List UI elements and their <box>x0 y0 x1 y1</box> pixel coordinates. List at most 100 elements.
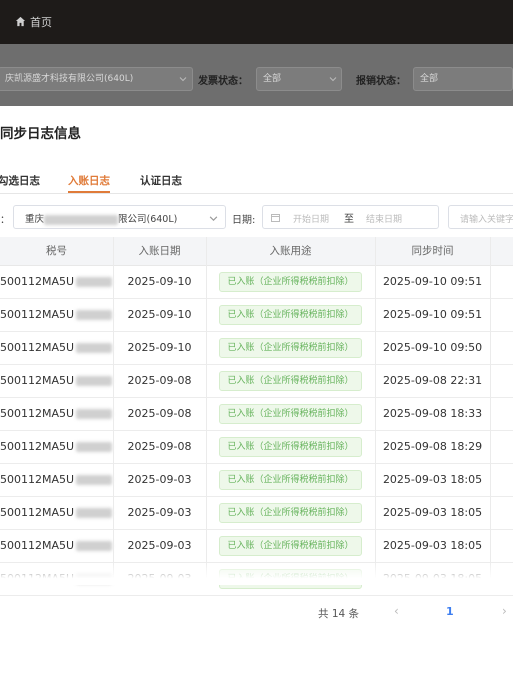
table-row[interactable]: 500112MA5U 2025-09-03 已入账（企业所得税税前扣除） 2025-0… <box>0 496 513 530</box>
table-row[interactable]: 500112MA5U 2025-09-03 已入账（企业所得税税前扣除） 2025-0… <box>0 463 513 497</box>
column-divider <box>375 237 376 585</box>
company-select-value: 庆凯源盛才科技有限公司(640L) <box>5 74 134 84</box>
home-link[interactable]: 首页 <box>30 14 52 30</box>
tax-id-cell: 500112MA5U <box>0 265 113 298</box>
company-filter-select[interactable]: 重庆 限公司(640L) <box>13 205 226 229</box>
keyword-search-input[interactable]: 请输入关键字 <box>448 205 513 229</box>
status-badge: 已入账（企业所得税税前扣除） <box>219 470 362 490</box>
invoice-status-label: 发票状态： <box>198 76 248 87</box>
tab-divider <box>0 193 513 194</box>
entry-purpose-cell: 已入账（企业所得税税前扣除） <box>206 265 375 298</box>
entry-date-cell: 2025-09-10 <box>127 341 192 354</box>
redacted-text <box>76 409 113 419</box>
table-row[interactable]: 500112MA5U 2025-09-08 已入账（企业所得税税前扣除） 2025-0… <box>0 364 513 398</box>
tax-id-value: 500112MA5U <box>0 275 75 288</box>
tax-id-value: 500112MA5U <box>0 308 75 321</box>
total-count: 共 14 条 <box>318 608 360 620</box>
table-row[interactable]: 500112MA5U 2025-09-10 已入账（企业所得税税前扣除） 2025-0… <box>0 298 513 332</box>
home-icon[interactable] <box>15 16 26 27</box>
sync-time-cell: 2025-09-10 09:50 <box>382 341 483 354</box>
table-row[interactable]: 500112MA5U 2025-09-10 已入账（企业所得税税前扣除） 2025-0… <box>0 265 513 299</box>
sync-time-cell: 2025-09-08 18:29 <box>382 440 483 453</box>
entry-purpose-cell: 已入账（企业所得税税前扣除） <box>206 298 375 331</box>
tax-id-value: 500112MA5U <box>0 506 75 519</box>
tax-id-cell: 500112MA5U <box>0 463 113 496</box>
entry-date-cell: 2025-09-08 <box>127 374 192 387</box>
tab-check-log[interactable]: 勾选日志 <box>0 173 40 188</box>
sync-time-cell: 2025-09-10 09:51 <box>382 308 483 321</box>
redacted-text <box>76 376 113 386</box>
page-number-current[interactable]: 1 <box>446 605 454 618</box>
tab-certification-log[interactable]: 认证日志 <box>140 173 182 188</box>
tax-id-value: 500112MA5U <box>0 341 75 354</box>
column-divider <box>490 237 491 585</box>
column-header-sync-time: 同步时间 <box>411 245 454 257</box>
sync-time-cell: 2025-09-03 18:05 <box>382 539 483 552</box>
entry-purpose-cell: 已入账（企业所得税税前扣除） <box>206 331 375 364</box>
status-badge: 已入账（企业所得税税前扣除） <box>219 371 362 391</box>
calendar-icon <box>271 214 280 222</box>
tax-id-value: 500112MA5U <box>0 539 75 552</box>
entry-date-cell: 2025-09-08 <box>127 440 192 453</box>
tab-entry-log[interactable]: 入账日志 <box>68 173 110 188</box>
prev-page-button[interactable]: ‹ <box>394 604 399 618</box>
column-divider <box>206 237 207 585</box>
redacted-text <box>76 310 113 320</box>
redacted-text <box>76 475 113 485</box>
panel-title: 同步日志信息 <box>0 126 81 142</box>
status-badge: 已入账（企业所得税税前扣除） <box>219 272 362 292</box>
tax-id-cell: 500112MA5U <box>0 364 113 397</box>
entry-date-cell: 2025-09-10 <box>127 275 192 288</box>
sync-time-cell: 2025-09-03 18:05 <box>382 506 483 519</box>
tax-id-value: 500112MA5U <box>0 440 75 453</box>
tax-id-cell: 500112MA5U <box>0 496 113 529</box>
entry-purpose-cell: 已入账（企业所得税税前扣除） <box>206 364 375 397</box>
table-header: 税号 入账日期 入账用途 同步时间 <box>0 237 513 266</box>
chevron-down-icon <box>179 77 187 82</box>
company-filter-label: ： <box>0 215 10 226</box>
entry-purpose-cell: 已入账（企业所得税税前扣除） <box>206 397 375 430</box>
table-row[interactable]: 500112MA5U 2025-09-08 已入账（企业所得税税前扣除） 2025-0… <box>0 397 513 431</box>
entry-date-cell: 2025-09-03 <box>127 539 192 552</box>
tax-id-cell: 500112MA5U <box>0 397 113 430</box>
status-badge: 已入账（企业所得税税前扣除） <box>219 536 362 556</box>
redacted-text <box>44 214 119 225</box>
entry-date-cell: 2025-09-10 <box>127 308 192 321</box>
table-row[interactable]: 500112MA5U 2025-09-10 已入账（企业所得税税前扣除） 2025-0… <box>0 331 513 365</box>
company-select[interactable]: 庆凯源盛才科技有限公司(640L) <box>0 67 193 91</box>
tax-id-cell: 500112MA5U <box>0 430 113 463</box>
redacted-text <box>76 442 113 452</box>
entry-date-cell: 2025-09-03 <box>127 506 192 519</box>
start-date-input[interactable]: 开始日期 <box>293 212 329 225</box>
entry-purpose-cell: 已入账（企业所得税税前扣除） <box>206 463 375 496</box>
end-date-input[interactable]: 结束日期 <box>366 212 402 225</box>
tax-id-cell: 500112MA5U <box>0 331 113 364</box>
scroll-fade <box>0 563 513 585</box>
top-bar: 首页 <box>0 0 513 44</box>
entry-purpose-cell: 已入账（企业所得税税前扣除） <box>206 496 375 529</box>
reimbursement-status-select[interactable]: 全部 <box>413 67 513 91</box>
keyword-placeholder: 请输入关键字 <box>460 215 513 225</box>
invoice-status-select[interactable]: 全部 <box>256 67 342 91</box>
status-badge: 已入账（企业所得税税前扣除） <box>219 437 362 457</box>
range-separator: 至 <box>344 214 354 225</box>
status-badge: 已入账（企业所得税税前扣除） <box>219 305 362 325</box>
sync-time-cell: 2025-09-03 18:05 <box>382 473 483 486</box>
column-divider <box>113 237 114 585</box>
next-page-button[interactable]: › <box>502 604 507 618</box>
company-filter-prefix: 重庆 <box>25 214 45 225</box>
column-header-entry-date: 入账日期 <box>138 245 181 257</box>
table-row[interactable]: 500112MA5U 2025-09-08 已入账（企业所得税税前扣除） 2025-0… <box>0 430 513 464</box>
status-badge: 已入账（企业所得税税前扣除） <box>219 338 362 358</box>
status-badge: 已入账（企业所得税税前扣除） <box>219 503 362 523</box>
tax-id-cell: 500112MA5U <box>0 298 113 331</box>
redacted-text <box>76 343 113 353</box>
reimbursement-status-value: 全部 <box>420 74 439 84</box>
table-row[interactable]: 500112MA5U 2025-09-03 已入账（企业所得税税前扣除） 2025-0… <box>0 529 513 563</box>
entry-date-cell: 2025-09-08 <box>127 407 192 420</box>
sync-time-cell: 2025-09-08 18:33 <box>382 407 483 420</box>
invoice-status-value: 全部 <box>263 74 282 84</box>
chevron-down-icon <box>329 77 337 82</box>
entry-purpose-cell: 已入账（企业所得税税前扣除） <box>206 430 375 463</box>
date-range-picker[interactable]: 开始日期 至 结束日期 <box>262 205 439 229</box>
